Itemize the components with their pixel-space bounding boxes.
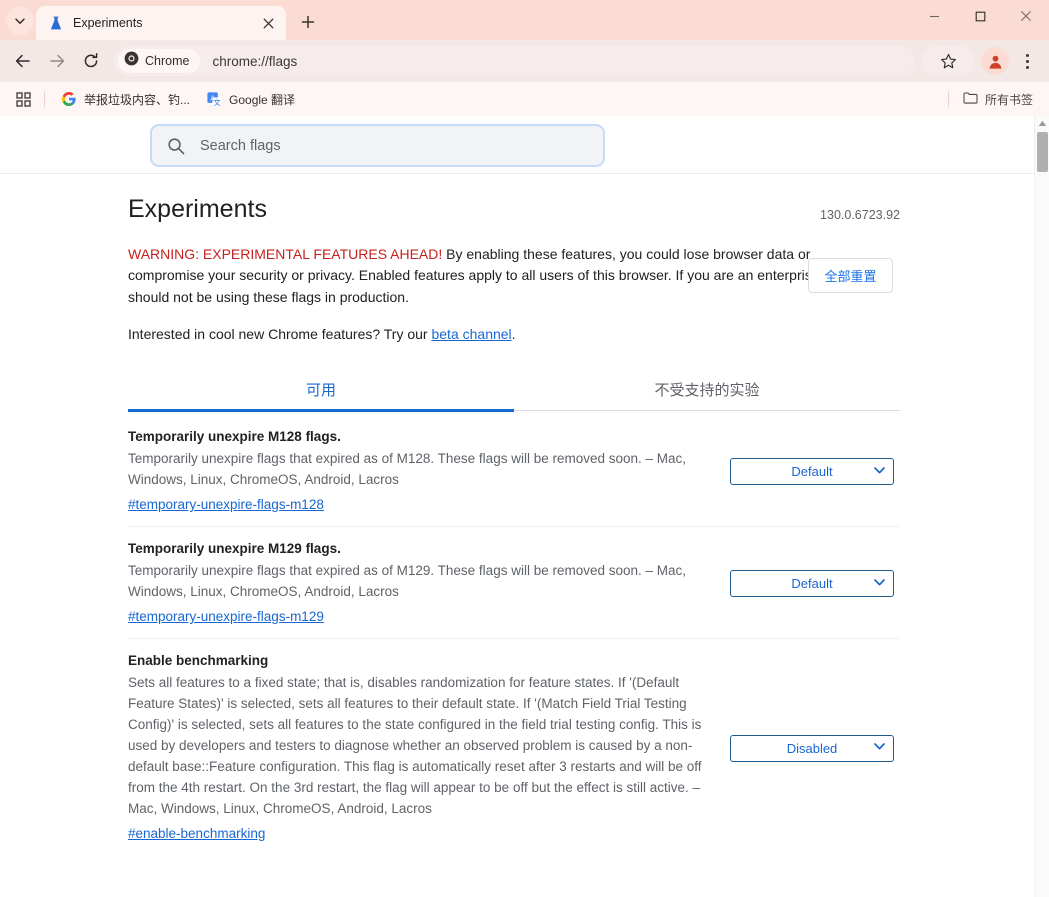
- flag-state-select[interactable]: Disabled: [730, 734, 894, 762]
- flag-select-wrap: Disabled: [730, 734, 894, 762]
- new-tab-plus-icon[interactable]: [294, 8, 322, 36]
- all-bookmarks-button[interactable]: 所有书签: [957, 87, 1039, 111]
- flag-text-block: Temporarily unexpire M129 flags. Tempora…: [128, 541, 728, 626]
- omnibox[interactable]: Chrome chrome://flags: [114, 46, 915, 76]
- toolbar-right-actions: [921, 46, 1041, 76]
- browser-tab[interactable]: Experiments: [36, 6, 286, 40]
- beta-suffix: .: [511, 326, 516, 342]
- google-g-icon: [61, 91, 77, 107]
- tab-available[interactable]: 可用: [128, 367, 514, 412]
- flag-description: Temporarily unexpire flags that expired …: [128, 563, 687, 599]
- omnibox-chrome-chip: Chrome: [118, 49, 201, 73]
- search-input[interactable]: [200, 131, 580, 160]
- svg-text:文: 文: [213, 97, 221, 107]
- three-dot-menu-icon[interactable]: [1013, 47, 1041, 75]
- folder-icon: [963, 91, 978, 107]
- all-bookmarks-label: 所有书签: [984, 92, 1033, 107]
- arrow-left-icon[interactable]: [8, 46, 38, 76]
- flag-state-select[interactable]: Default: [730, 570, 894, 597]
- reload-icon[interactable]: [76, 46, 106, 76]
- search-flags-box[interactable]: [150, 124, 605, 167]
- bookmark-label: Google 翻译: [229, 92, 296, 107]
- flag-control: Default: [728, 541, 900, 626]
- page-viewport: 全部重置 Experiments 130.0.6723.92 WARNING: …: [0, 116, 1049, 897]
- flag-text-block: Temporarily unexpire M128 flags. Tempora…: [128, 429, 728, 514]
- maximize-button[interactable]: [957, 0, 1003, 32]
- flag-name: Temporarily unexpire M128 flags.: [128, 429, 341, 444]
- flag-permalink[interactable]: #temporary-unexpire-flags-m128: [128, 497, 324, 512]
- title-row: Experiments 130.0.6723.92: [128, 195, 900, 224]
- flag-select-wrap: Default: [730, 570, 894, 597]
- version-label: 130.0.6723.92: [820, 207, 900, 222]
- bookmark-item[interactable]: 举报垃圾内容、钓...: [53, 87, 198, 111]
- page-title: Experiments: [128, 195, 267, 223]
- tab-strip: Experiments: [0, 0, 1049, 40]
- flags-list: Temporarily unexpire M128 flags. Tempora…: [128, 411, 900, 855]
- bookmarks-divider: [44, 91, 45, 107]
- flag-control: Default: [728, 429, 900, 514]
- flags-page: 全部重置 Experiments 130.0.6723.92 WARNING: …: [0, 116, 1034, 897]
- menu-dot: [1025, 65, 1029, 69]
- window-controls: [911, 0, 1049, 40]
- apps-grid-icon[interactable]: [10, 86, 36, 112]
- bookmark-label: 举报垃圾内容、钓...: [84, 92, 191, 107]
- triangle-up-icon[interactable]: [1035, 116, 1049, 131]
- omnibox-url-text: chrome://flags: [212, 53, 298, 69]
- profile-avatar-icon[interactable]: [981, 47, 1009, 75]
- flag-permalink[interactable]: #temporary-unexpire-flags-m129: [128, 609, 324, 624]
- beta-channel-line: Interested in cool new Chrome features? …: [128, 326, 900, 342]
- flag-text-block: Enable benchmarking Sets all features to…: [128, 653, 728, 843]
- flag-description: Sets all features to a fixed state; that…: [128, 675, 702, 816]
- close-window-button[interactable]: [1003, 0, 1049, 32]
- flag-state-select[interactable]: Default: [730, 458, 894, 485]
- warning-prefix: WARNING: EXPERIMENTAL FEATURES AHEAD!: [128, 245, 443, 262]
- chrome-logo-icon: [124, 51, 139, 71]
- bookmarks-bar: 举报垃圾内容、钓... A 文 Google 翻译 所有书签: [0, 82, 1049, 116]
- browser-toolbar: Chrome chrome://flags: [0, 40, 1049, 82]
- flags-search-header: 全部重置: [0, 116, 1034, 293]
- flask-icon: [48, 15, 64, 31]
- warning-text: WARNING: EXPERIMENTAL FEATURES AHEAD! By…: [128, 244, 888, 309]
- minimize-button[interactable]: [911, 0, 957, 32]
- tab-title: Experiments: [73, 16, 143, 30]
- flag-entry: Enable benchmarking Sets all features to…: [128, 638, 900, 855]
- flag-permalink[interactable]: #enable-benchmarking: [128, 826, 265, 841]
- flag-entry: Temporarily unexpire M129 flags. Tempora…: [128, 526, 900, 638]
- arrow-right-icon[interactable]: [42, 46, 72, 76]
- beta-prefix: Interested in cool new Chrome features? …: [128, 326, 432, 342]
- tab-search-chevron-down-icon[interactable]: [6, 7, 34, 35]
- google-translate-icon: A 文: [206, 91, 222, 107]
- chrome-chip-label: Chrome: [145, 54, 190, 68]
- flag-name: Temporarily unexpire M129 flags.: [128, 541, 341, 556]
- bookmark-item[interactable]: A 文 Google 翻译: [198, 87, 303, 111]
- scrollbar-thumb[interactable]: [1037, 132, 1048, 172]
- flag-entry: Temporarily unexpire M128 flags. Tempora…: [128, 415, 900, 526]
- vertical-scrollbar[interactable]: [1034, 116, 1049, 897]
- tab-unsupported[interactable]: 不受支持的实验: [514, 367, 900, 411]
- star-icon[interactable]: [921, 46, 975, 76]
- menu-dot: [1025, 59, 1029, 63]
- search-icon: [167, 137, 187, 155]
- flag-name: Enable benchmarking: [128, 653, 269, 668]
- close-icon[interactable]: [258, 13, 278, 33]
- flags-tabs: 可用 不受支持的实验: [128, 367, 900, 412]
- bookmarks-divider-right: [947, 91, 949, 107]
- menu-dot: [1025, 53, 1029, 57]
- flag-description: Temporarily unexpire flags that expired …: [128, 451, 687, 487]
- reset-all-button[interactable]: 全部重置: [808, 258, 893, 293]
- browser-window: Experiments Chrome chrome://flags 举报垃圾内容…: [0, 0, 1049, 897]
- flag-control: Disabled: [728, 653, 900, 843]
- flag-select-wrap: Default: [730, 458, 894, 485]
- beta-channel-link[interactable]: beta channel: [431, 326, 511, 342]
